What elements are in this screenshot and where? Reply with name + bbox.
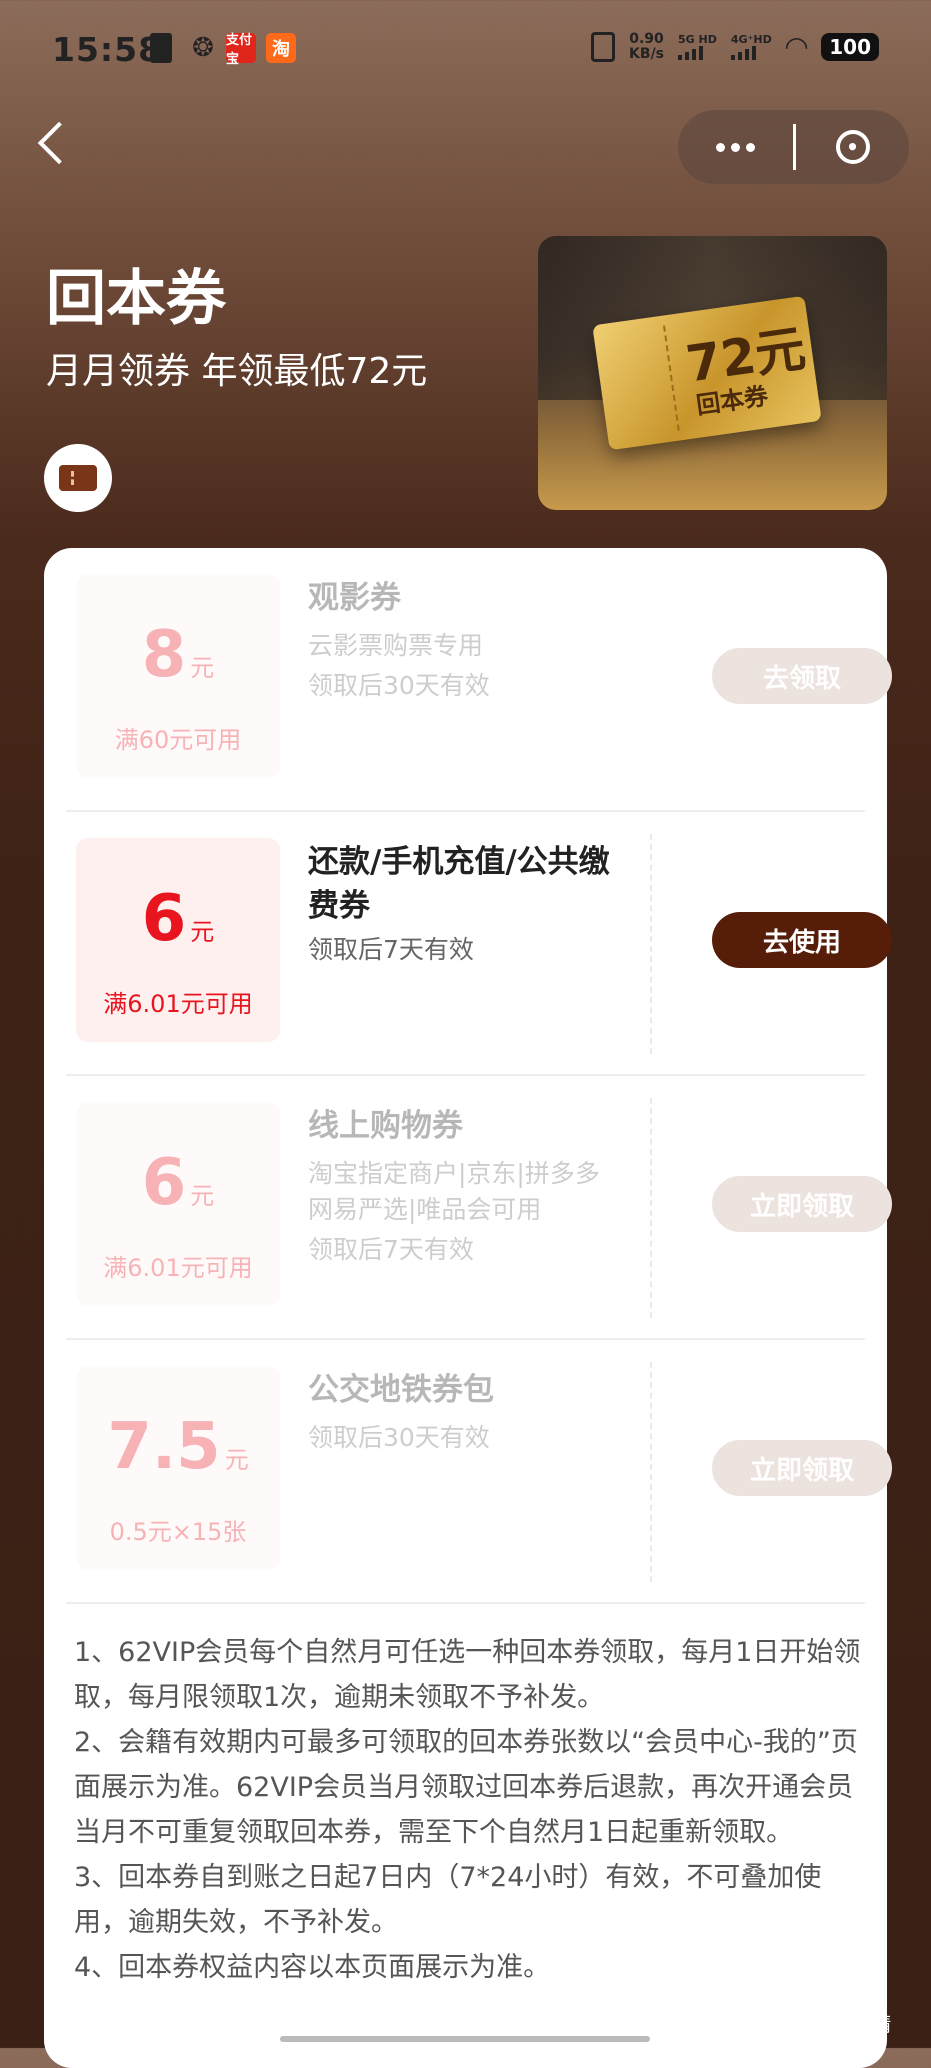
status-time: 15:58 [52,30,163,69]
coupon-unit: 元 [190,1182,215,1210]
coupon-desc: 淘宝指定商户|京东|拼多多 [308,1159,600,1188]
coupon-payment: 6元 满6.01元可用 还款/手机充值/公共缴费券 领取后7天有效 去使用 [66,812,892,1076]
signal-bars-icon [730,45,756,60]
rules-section: 1、62VIP会员每个自然月可任选一种回本券领取，每月1日开始领取，每月限领取1… [74,1630,864,1990]
coupon-card: 8元 满60元可用 观影券 云影票购票专用 领取后30天有效 去领取 6元 满6… [44,548,892,2068]
back-icon[interactable] [37,121,81,165]
mini-program-capsule: • [678,110,909,184]
rule-item: 2、会籍有效期内可最多可领取的回本券张数以“会员中心-我的”页面展示为准。62V… [74,1727,858,1848]
rule-item: 3、回本券自到账之日起7日内（7*24小时）有效，不可叠加使用，逾期失效，不予补… [74,1862,822,1938]
coupon-amount: 6 [141,1146,187,1220]
coupon-desc: 网易严选|唯品会可用 [308,1195,542,1224]
coupon-amount-box: 6元 满6.01元可用 [76,838,280,1042]
coupon-condition: 满6.01元可用 [103,990,253,1018]
rule-item: 1、62VIP会员每个自然月可任选一种回本券领取，每月1日开始领取，每月限领取1… [74,1637,861,1713]
rule-item: 4、回本券权益内容以本页面展示为准。 [74,1952,551,1983]
coupon-divider [650,1362,652,1582]
coupon-movie: 8元 满60元可用 观影券 云影票购票专用 领取后30天有效 去领取 [66,548,892,812]
page-title: 回本券 [46,264,226,334]
signal-4g: 4G⁺HD [730,33,772,60]
coupon-shopping: 6元 满6.01元可用 线上购物券 淘宝指定商户|京东|拼多多 网易严选|唯品会… [66,1076,892,1340]
coupon-condition: 满60元可用 [114,726,242,754]
coupon-desc: 领取后30天有效 [308,671,490,700]
coupon-title: 观影券 [308,580,401,616]
wechat-icon: ❂ [192,33,214,63]
coupon-unit: 元 [190,918,215,946]
coupon-title: 还款/手机充值/公共缴费券 [308,844,610,924]
claim-now-button[interactable]: 立即领取 [712,1176,892,1232]
coupon-divider [650,834,652,1054]
home-indicator[interactable] [280,2036,650,2042]
claim-now-button[interactable]: 立即领取 [712,1440,892,1496]
taobao-icon: 淘 [266,33,296,63]
claim-button[interactable]: 去领取 [712,648,892,704]
coupon-desc: 领取后7天有效 [308,1235,474,1264]
coupon-title: 公交地铁券包 [308,1372,494,1408]
coupon-desc: 云影票购票专用 [308,631,484,660]
coupon-unit: 元 [224,1446,249,1474]
coupon-amount-box: 6元 满6.01元可用 [76,1102,280,1306]
coupon-desc: 领取后30天有效 [308,1423,490,1452]
battery-icon: 100 [821,32,879,61]
page-subtitle: 月月领券 年领最低72元 [46,351,428,392]
signal-bars-icon [678,45,704,60]
coupon-condition: 0.5元×15张 [109,1518,247,1546]
status-bar: 15:58 ❂ 支付宝 淘 0.90 KB/s 5G HD 4G⁺HD ◠ 10… [0,0,931,100]
coupon-amount-box: 8元 满60元可用 [76,574,280,778]
close-icon: • [835,130,870,164]
golden-ticket: 72元 回本券 [592,295,822,451]
coupon-desc: 领取后7天有效 [308,935,474,964]
network-speed: 0.90 KB/s [629,30,665,62]
close-button[interactable]: • [796,130,909,164]
ticket-icon [44,444,112,512]
coupon-amount-box: 7.5 元 0.5元×15张 [76,1366,280,1570]
alipay-icon: 支付宝 [226,33,256,67]
coupon-divider [650,1098,652,1318]
coupon-unit: 元 [190,654,215,682]
coupon-amount: 8 [141,618,187,692]
clipboard-icon [150,33,172,63]
more-icon[interactable] [678,142,793,152]
wifi-icon: ◠ [785,30,808,63]
coupon-amount: 7.5 [107,1410,221,1484]
coupon-amount: 6 [141,882,187,956]
coupon-condition: 满6.01元可用 [103,1254,253,1282]
vibrate-icon [591,31,616,62]
hero-image: 72元 回本券 [538,236,887,510]
use-button[interactable]: 去使用 [712,912,892,968]
signal-5g: 5G HD [678,33,717,60]
coupon-transit: 7.5 元 0.5元×15张 公交地铁券包 领取后30天有效 立即领取 [66,1340,892,1604]
coupon-title: 线上购物券 [308,1108,463,1144]
